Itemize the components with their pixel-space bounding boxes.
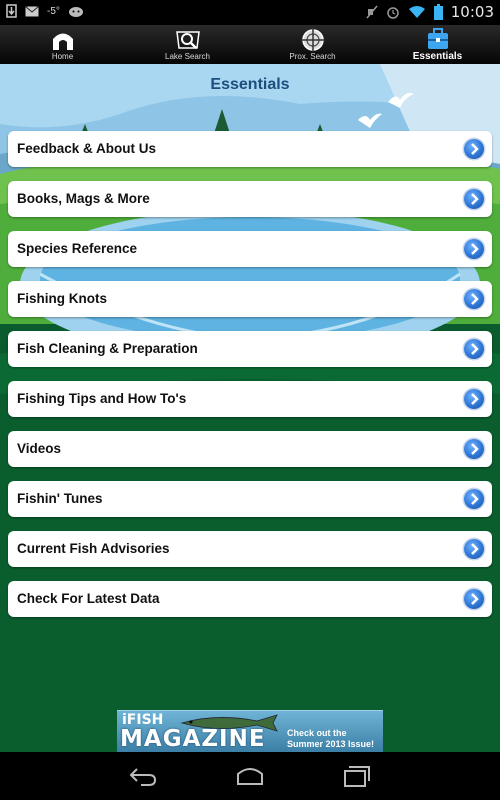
chevron-right-icon bbox=[464, 139, 484, 159]
menu-item-species-reference[interactable]: Species Reference bbox=[8, 231, 492, 267]
menu-item-videos[interactable]: Videos bbox=[8, 431, 492, 467]
chevron-right-icon bbox=[464, 589, 484, 609]
menu-item-label: Feedback & About Us bbox=[17, 141, 157, 156]
mute-icon bbox=[366, 5, 378, 19]
home-icon bbox=[52, 33, 73, 50]
content-area: Essentials Feedback & About Us Books, Ma… bbox=[0, 64, 500, 752]
menu-item-feedback-about[interactable]: Feedback & About Us bbox=[8, 131, 492, 167]
chevron-right-icon bbox=[464, 439, 484, 459]
menu-item-fishing-knots[interactable]: Fishing Knots bbox=[8, 281, 492, 317]
battery-icon bbox=[433, 4, 443, 20]
chevron-right-icon bbox=[464, 239, 484, 259]
menu-item-label: Species Reference bbox=[17, 241, 138, 256]
tab-home[interactable]: Home bbox=[0, 25, 125, 64]
ad-promo-text: Check out the Summer 2013 Issue! bbox=[287, 728, 374, 750]
tab-label: Essentials bbox=[412, 51, 463, 62]
chevron-right-icon bbox=[464, 189, 484, 209]
menu-item-fishing-tips[interactable]: Fishing Tips and How To's bbox=[8, 381, 492, 417]
essentials-menu: Feedback & About Us Books, Mags & More S… bbox=[8, 131, 492, 631]
menu-item-label: Check For Latest Data bbox=[17, 591, 160, 606]
menu-item-fish-advisories[interactable]: Current Fish Advisories bbox=[8, 531, 492, 567]
alarm-icon bbox=[387, 7, 399, 19]
temperature-readout: -5° bbox=[47, 5, 60, 17]
menu-item-label: Fishing Tips and How To's bbox=[17, 391, 187, 406]
tab-bar: Home Lake Search Prox. Search Essentials bbox=[0, 25, 500, 64]
menu-item-label: Fishing Knots bbox=[17, 291, 107, 306]
chevron-right-icon bbox=[464, 539, 484, 559]
ad-promo-line: Check out the bbox=[287, 728, 347, 738]
chevron-right-icon bbox=[464, 339, 484, 359]
page-title: Essentials bbox=[210, 76, 290, 93]
wifi-icon bbox=[408, 6, 425, 18]
chevron-right-icon bbox=[464, 289, 484, 309]
chevron-right-icon bbox=[464, 389, 484, 409]
status-bar: -5° 10:03 bbox=[0, 0, 500, 25]
menu-item-fishin-tunes[interactable]: Fishin' Tunes bbox=[8, 481, 492, 517]
tab-lake-search[interactable]: Lake Search bbox=[125, 25, 250, 64]
tab-label: Prox. Search bbox=[289, 52, 336, 61]
menu-item-label: Fishin' Tunes bbox=[17, 491, 103, 506]
back-icon[interactable] bbox=[127, 764, 159, 788]
menu-item-label: Books, Mags & More bbox=[17, 191, 150, 206]
mail-icon bbox=[25, 5, 39, 16]
menu-item-fish-cleaning[interactable]: Fish Cleaning & Preparation bbox=[8, 331, 492, 367]
ad-promo-line: Summer 2013 Issue! bbox=[287, 739, 375, 749]
menu-item-books-mags[interactable]: Books, Mags & More bbox=[8, 181, 492, 217]
tab-label: Lake Search bbox=[165, 52, 210, 61]
clock: 10:03 bbox=[450, 3, 494, 21]
tackle-box-icon bbox=[427, 28, 448, 49]
menu-item-label: Videos bbox=[17, 441, 62, 456]
tab-label: Home bbox=[51, 52, 74, 61]
android-icon bbox=[68, 7, 83, 17]
home-icon[interactable] bbox=[234, 764, 266, 788]
tab-essentials[interactable]: Essentials bbox=[375, 25, 500, 64]
menu-item-check-latest-data[interactable]: Check For Latest Data bbox=[8, 581, 492, 617]
download-icon bbox=[6, 4, 17, 18]
menu-item-label: Fish Cleaning & Preparation bbox=[17, 341, 198, 356]
crosshair-icon bbox=[300, 28, 325, 52]
chevron-right-icon bbox=[464, 489, 484, 509]
ad-banner[interactable]: iFISH MAGAZINE Check out the Summer 2013… bbox=[117, 710, 383, 752]
tab-prox-search[interactable]: Prox. Search bbox=[250, 25, 375, 64]
menu-item-label: Current Fish Advisories bbox=[17, 541, 170, 556]
system-nav-bar bbox=[0, 752, 500, 800]
map-search-icon bbox=[175, 31, 200, 49]
recents-icon[interactable] bbox=[341, 764, 373, 788]
ad-brand-big: MAGAZINE bbox=[120, 726, 266, 752]
